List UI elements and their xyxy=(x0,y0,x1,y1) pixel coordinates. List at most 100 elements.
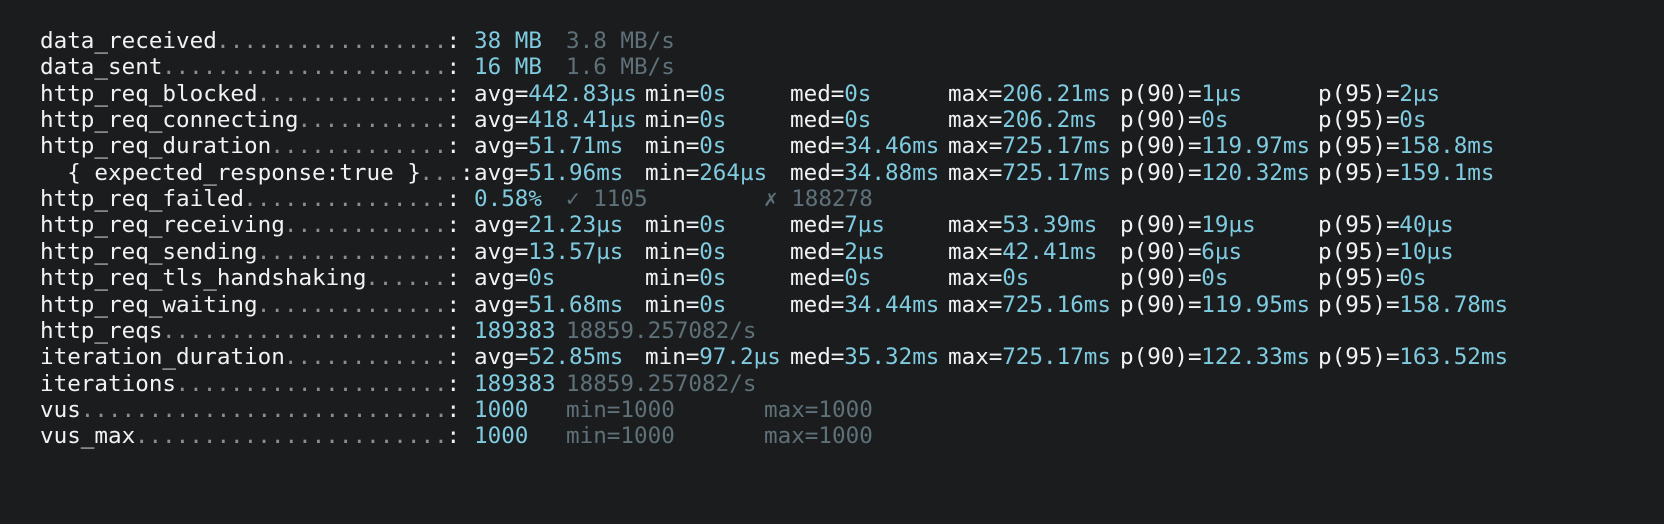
stat-value-p90: 1µs xyxy=(1201,80,1243,107)
metric-row: { expected_response:true }...: avg= 51.96m… xyxy=(0,159,1664,187)
stat-value-p90: 6µs xyxy=(1201,238,1243,265)
metric-row: http_req_connecting...........: avg= 418.4… xyxy=(0,106,1664,134)
stat-label-max: max= xyxy=(948,344,1003,371)
stat-label-avg: avg= xyxy=(474,291,529,318)
metric-colon: : xyxy=(446,80,461,107)
metric-row: vus...........................:1000 min=1… xyxy=(0,396,1664,424)
metric-name: vus_max xyxy=(40,423,136,450)
metric-name: http_req_sending xyxy=(40,238,258,265)
metric-value: 1000 xyxy=(474,396,529,423)
stat-label-max: max= xyxy=(948,212,1003,239)
stat-label-med: med= xyxy=(790,291,845,318)
metric-leader-dots: ....................... xyxy=(134,423,448,450)
stat-label-avg: avg= xyxy=(474,212,529,239)
metric-leader-dots: ..................... xyxy=(161,317,448,344)
stat-label-p90: p(90)= xyxy=(1120,238,1202,265)
stat-label-avg: avg= xyxy=(474,107,529,134)
stat-value-p95: 2µs xyxy=(1399,80,1441,107)
metric-row: iteration_duration............: avg= 52.85… xyxy=(0,343,1664,371)
metric-colon: : xyxy=(446,238,461,265)
stat-value-p95: 158.8ms xyxy=(1399,133,1495,160)
stat-value-p90: 0s xyxy=(1201,265,1229,292)
stat-label-min: min= xyxy=(645,344,700,371)
metric-colon: : xyxy=(446,54,461,81)
metric-name: http_req_receiving xyxy=(40,212,285,239)
stat-value-p90: 122.33ms xyxy=(1201,344,1311,371)
stat-value-med: 0s xyxy=(844,80,872,107)
stat-label-max: max= xyxy=(948,265,1003,292)
metric-max: max=1000 xyxy=(764,423,873,450)
stat-label-avg: avg= xyxy=(474,344,529,371)
stat-value-med: 2µs xyxy=(844,238,885,265)
stat-label-avg: avg= xyxy=(474,133,529,160)
stat-label-p90: p(90)= xyxy=(1120,159,1202,186)
stat-label-min: min= xyxy=(645,238,700,265)
stat-value-max: 206.21ms xyxy=(1002,80,1112,107)
stat-value-med: 0s xyxy=(844,107,872,134)
stat-label-p90: p(90)= xyxy=(1120,80,1202,107)
stat-value-avg: 51.68ms xyxy=(528,291,624,318)
stat-label-avg: avg= xyxy=(474,238,529,265)
stat-label-avg: avg= xyxy=(474,80,529,107)
metric-colon: : xyxy=(446,291,461,318)
metric-row: http_req_sending..............: avg= 13.57… xyxy=(0,238,1664,266)
stat-label-p95: p(95)= xyxy=(1318,212,1400,239)
stat-value-avg: 442.83µs xyxy=(528,80,638,107)
stat-value-max: 725.17ms xyxy=(1002,133,1112,160)
metric-leader-dots: ........................... xyxy=(80,396,448,423)
stat-value-avg: 51.71ms xyxy=(528,133,624,160)
metric-leader-dots: .............. xyxy=(256,80,448,107)
stat-value-min: 0s xyxy=(699,107,727,134)
stat-label-min: min= xyxy=(645,291,700,318)
stat-value-max: 725.17ms xyxy=(1002,344,1112,371)
metric-colon: : xyxy=(446,344,461,371)
stat-label-p95: p(95)= xyxy=(1318,107,1400,134)
stat-label-med: med= xyxy=(790,238,845,265)
metric-row: data_received.................:38 MB 3.8 … xyxy=(0,27,1664,55)
metric-row: http_req_tls_handshaking......: avg= 0s min… xyxy=(0,264,1664,292)
stat-label-p95: p(95)= xyxy=(1318,344,1400,371)
stat-label-p95: p(95)= xyxy=(1318,238,1400,265)
metric-row: iterations....................:189383 188… xyxy=(0,370,1664,398)
stat-value-min: 0s xyxy=(699,80,727,107)
metric-name: http_req_connecting xyxy=(40,107,299,134)
metric-row: http_req_blocked..............: avg= 442.8… xyxy=(0,80,1664,108)
metric-colon: : xyxy=(446,28,461,54)
stat-value-med: 0s xyxy=(844,265,872,292)
metric-row: http_req_waiting..............: avg= 51.68… xyxy=(0,291,1664,319)
stat-value-max: 725.17ms xyxy=(1002,159,1112,186)
stat-value-min: 0s xyxy=(699,265,727,292)
stat-label-p90: p(90)= xyxy=(1120,265,1202,292)
metric-leader-dots: .............. xyxy=(256,291,448,318)
stat-value-p95: 0s xyxy=(1399,265,1427,292)
stat-label-min: min= xyxy=(645,80,700,107)
metric-colon: : xyxy=(446,265,461,292)
metric-leader-dots: ..................... xyxy=(161,54,448,81)
stat-label-min: min= xyxy=(645,107,700,134)
stat-value-max: 0s xyxy=(1002,265,1030,292)
terminal-output: data_received.................:38 MB 3.8 … xyxy=(0,0,1664,524)
metric-name: http_req_waiting xyxy=(40,291,258,318)
stat-label-avg: avg= xyxy=(474,265,529,292)
stat-value-p95: 0s xyxy=(1399,107,1427,134)
metric-name: iterations xyxy=(40,370,177,397)
stat-value-p95: 40µs xyxy=(1399,212,1454,239)
metric-rate: 18859.257082/s xyxy=(566,317,757,344)
metric-colon: : xyxy=(446,212,461,239)
stat-label-min: min= xyxy=(645,212,700,239)
metric-leader-dots: ............... xyxy=(243,186,448,213)
stat-label-med: med= xyxy=(790,80,845,107)
metric-colon: : xyxy=(446,317,461,344)
stat-label-max: max= xyxy=(948,80,1003,107)
metric-name: data_received xyxy=(40,28,217,54)
stat-label-p90: p(90)= xyxy=(1120,291,1202,318)
metric-leader-dots: ............ xyxy=(283,344,448,371)
stat-value-p90: 19µs xyxy=(1201,212,1256,239)
metric-min: min=1000 xyxy=(566,396,675,423)
stat-value-med: 34.44ms xyxy=(844,291,940,318)
metric-colon: : xyxy=(446,107,461,134)
stat-value-med: 34.46ms xyxy=(844,133,940,160)
metric-name: data_sent xyxy=(40,54,163,81)
stat-label-max: max= xyxy=(948,291,1003,318)
metric-value: 1000 xyxy=(474,423,529,450)
